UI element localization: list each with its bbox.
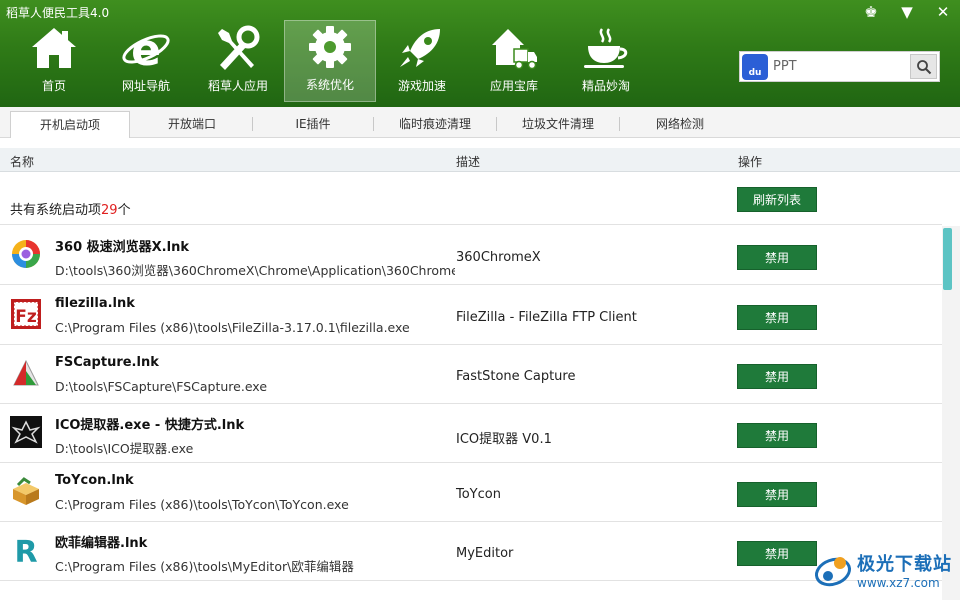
ico-extractor-icon	[10, 416, 42, 448]
nav-item-app-store[interactable]: 应用宝库	[468, 20, 560, 102]
refresh-list-button[interactable]: 刷新列表	[737, 187, 817, 212]
baidu-icon[interactable]: du	[742, 53, 768, 80]
watermark-title: 极光下载站	[857, 554, 952, 575]
column-name: 名称	[10, 155, 35, 169]
list-item: 360 极速浏览器X.lnk D:\tools\360浏览器\360Chrome…	[0, 226, 942, 285]
watermark: 极光下载站 www.xz7.com	[813, 550, 952, 590]
tab-startup-items[interactable]: 开机启动项	[10, 111, 130, 138]
item-desc: 360ChromeX	[456, 250, 541, 265]
item-desc: ToYcon	[456, 487, 501, 502]
nav-item-web-nav[interactable]: e 网址导航	[100, 20, 192, 102]
watermark-logo-icon	[815, 557, 851, 587]
item-desc: FastStone Capture	[456, 369, 576, 384]
app-title: 稻草人便民工具4.0	[6, 6, 110, 20]
item-name: 360 极速浏览器X.lnk	[55, 240, 189, 255]
search-button[interactable]	[910, 54, 937, 79]
disable-button[interactable]: 禁用	[737, 305, 817, 330]
disable-button[interactable]: 禁用	[737, 245, 817, 270]
item-name: filezilla.lnk	[55, 296, 135, 311]
search-icon	[916, 59, 931, 74]
close-icon[interactable]: ✕	[932, 2, 954, 22]
item-name: 欧菲编辑器.lnk	[55, 536, 148, 551]
search-input[interactable]	[773, 52, 909, 81]
list-item: FSCapture.lnk D:\tools\FSCapture\FSCaptu…	[0, 345, 942, 404]
item-desc: ICO提取器 V0.1	[456, 432, 552, 447]
nav-item-home[interactable]: 首页	[8, 20, 100, 102]
startup-list: 360 极速浏览器X.lnk D:\tools\360浏览器\360Chrome…	[0, 226, 942, 600]
nav-item-system-optimize[interactable]: 系统优化	[284, 20, 376, 102]
tab-network-check[interactable]: 网络检测	[620, 111, 740, 138]
skin-icon[interactable]: ♚	[860, 2, 882, 22]
menu-icon[interactable]: ▼	[896, 2, 918, 22]
scrollbar-thumb[interactable]	[943, 228, 952, 290]
startup-count: 29	[101, 203, 118, 218]
item-path: D:\tools\FSCapture\FSCapture.exe	[55, 379, 268, 394]
gear-icon	[309, 26, 351, 68]
item-path: C:\Program Files (x86)\tools\FileZilla-3…	[55, 320, 410, 335]
360-browser-icon	[12, 240, 40, 268]
list-item: ICO提取器.exe - 快捷方式.lnk D:\tools\ICO提取器.ex…	[0, 404, 942, 463]
column-desc: 描述	[456, 155, 481, 169]
header-bar: 稻草人便民工具4.0 ♚ ▼ ✕ 首页 e 网址导航 稻草人应用 系统优化 游戏…	[0, 0, 960, 107]
rocket-icon	[400, 29, 440, 67]
search-box: du	[739, 51, 940, 82]
svg-text:e: e	[131, 25, 161, 71]
column-header: 名称 描述 操作	[0, 148, 960, 172]
home-icon	[32, 28, 76, 68]
tab-open-ports[interactable]: 开放端口	[132, 111, 252, 138]
item-name: ICO提取器.exe - 快捷方式.lnk	[55, 418, 245, 433]
vertical-scrollbar[interactable]	[942, 226, 960, 600]
item-path: C:\Program Files (x86)\tools\ToYcon\ToYc…	[55, 497, 349, 512]
disable-button[interactable]: 禁用	[737, 482, 817, 507]
watermark-text: 极光下载站 www.xz7.com	[857, 550, 952, 590]
svg-text:R: R	[14, 535, 37, 566]
nav-item-game-boost[interactable]: 游戏加速	[376, 20, 468, 102]
list-item: Fz filezilla.lnk C:\Program Files (x86)\…	[0, 286, 942, 345]
startup-count-text: 共有系统启动项29个	[10, 199, 131, 218]
nav-item-apps[interactable]: 稻草人应用	[192, 20, 284, 102]
count-suffix: 个	[117, 203, 131, 218]
nav-label: 游戏加速	[397, 79, 446, 93]
nav-label: 精品妙淘	[581, 79, 630, 93]
watermark-url: www.xz7.com	[857, 576, 940, 590]
sub-tab-bar: 开机启动项 开放端口 IE插件 临时痕迹清理 垃圾文件清理 网络检测	[0, 107, 960, 138]
myeditor-icon: R	[14, 535, 37, 566]
list-item: R 欧菲编辑器.lnk C:\Program Files (x86)\tools…	[0, 522, 942, 581]
nav-label: 系统优化	[305, 78, 354, 92]
item-path: D:\tools\360浏览器\360ChromeX\Chrome\Applic…	[55, 263, 455, 278]
nav-label: 网址导航	[121, 79, 170, 93]
item-name: FSCapture.lnk	[55, 355, 159, 370]
tab-junk-file-clean[interactable]: 垃圾文件清理	[497, 111, 619, 138]
tools-icon	[218, 25, 260, 70]
tab-ie-plugins[interactable]: IE插件	[253, 111, 373, 138]
item-path: C:\Program Files (x86)\tools\MyEditor\欧菲…	[55, 559, 354, 574]
item-name: ToYcon.lnk	[55, 473, 134, 488]
item-desc: FileZilla - FileZilla FTP Client	[456, 310, 637, 325]
filezilla-icon: Fz	[11, 299, 41, 329]
disable-button[interactable]: 禁用	[737, 364, 817, 389]
item-desc: MyEditor	[456, 546, 514, 561]
coffee-cup-icon	[584, 28, 628, 68]
ie-browser-icon: e	[122, 25, 170, 71]
nav-label: 稻草人应用	[207, 79, 268, 93]
window-controls: ♚ ▼ ✕	[860, 2, 954, 22]
svg-text:Fz: Fz	[15, 307, 37, 327]
nav-item-boutique[interactable]: 精品妙淘	[560, 20, 652, 102]
tab-temp-trace-clean[interactable]: 临时痕迹清理	[374, 111, 496, 138]
count-prefix: 共有系统启动项	[10, 203, 102, 218]
column-action: 操作	[738, 155, 763, 169]
toycon-icon	[13, 477, 39, 505]
summary-row: 共有系统启动项29个 刷新列表	[0, 173, 942, 225]
disable-button[interactable]: 禁用	[737, 541, 817, 566]
fscapture-icon	[13, 359, 39, 386]
nav-label: 首页	[41, 79, 66, 93]
house-truck-icon	[492, 29, 537, 70]
main-nav: 首页 e 网址导航 稻草人应用 系统优化 游戏加速 应用宝库 精品妙淘	[8, 20, 652, 102]
item-path: D:\tools\ICO提取器.exe	[55, 441, 194, 456]
disable-button[interactable]: 禁用	[737, 423, 817, 448]
list-item: ToYcon.lnk C:\Program Files (x86)\tools\…	[0, 463, 942, 522]
nav-label: 应用宝库	[489, 79, 538, 93]
